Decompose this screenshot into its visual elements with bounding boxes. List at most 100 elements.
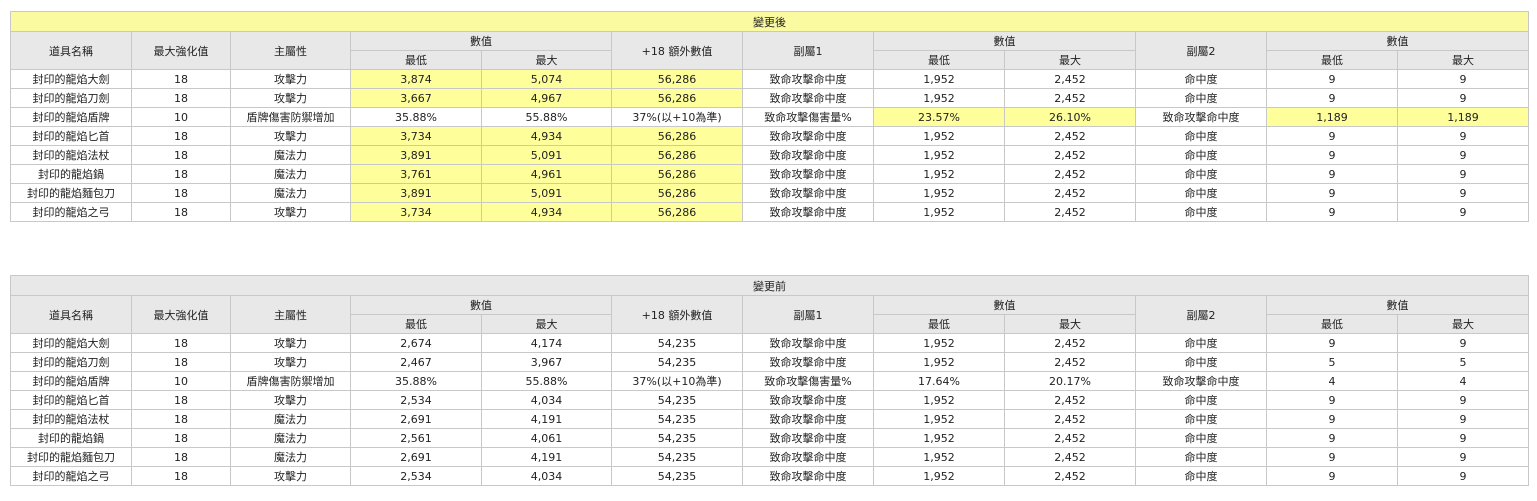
- sub2-name-cell: 命中度: [1135, 69, 1267, 89]
- sub2-name-cell: 命中度: [1135, 390, 1267, 410]
- sub1-min-cell: 1,952: [873, 428, 1005, 448]
- main-max-cell: 4,191: [481, 409, 612, 429]
- sub1-max-cell: 2,452: [1004, 428, 1136, 448]
- sub1-min-cell: 1,952: [873, 352, 1005, 372]
- col-header-main-attr: 主屬性: [230, 31, 351, 70]
- sub1-name-cell: 致命攻擊命中度: [742, 409, 874, 429]
- sub1-min-cell: 1,952: [873, 183, 1005, 203]
- max-enhance-cell: 18: [131, 145, 231, 165]
- table-row: 封印的龍焰盾牌 10 盾牌傷害防禦增加 35.88% 55.88% 37%(以+10為準)…: [10, 371, 1530, 391]
- sub1-max-cell: 2,452: [1004, 126, 1136, 146]
- col-header-extra18: +18 額外數值: [611, 295, 743, 334]
- sub1-name-cell: 致命攻擊命中度: [742, 88, 874, 108]
- sub2-max-cell: 9: [1396, 126, 1530, 146]
- table-row: 封印的龍焰大劍 18 攻擊力 3,874 5,074 56,286 致命攻擊命中度 1,952…: [10, 69, 1530, 89]
- max-enhance-cell: 18: [131, 126, 231, 146]
- extra18-cell: 56,286: [611, 126, 743, 146]
- main-attr-cell: 魔法力: [230, 447, 351, 467]
- main-min-cell: 3,761: [350, 164, 482, 184]
- sub1-name-cell: 致命攻擊命中度: [742, 466, 874, 486]
- main-min-cell: 2,561: [350, 428, 482, 448]
- max-enhance-cell: 10: [131, 107, 231, 127]
- sub2-name-cell: 命中度: [1135, 409, 1267, 429]
- item-name-cell: 封印的龍焰匕首: [10, 390, 132, 410]
- main-attr-cell: 攻擊力: [230, 202, 351, 222]
- main-attr-cell: 攻擊力: [230, 352, 351, 372]
- sub1-min-cell: 1,952: [873, 202, 1005, 222]
- main-max-cell: 4,967: [481, 88, 612, 108]
- main-min-cell: 2,534: [350, 390, 482, 410]
- sub1-name-cell: 致命攻擊傷害量%: [742, 371, 874, 391]
- table-title: 變更前: [9, 275, 1530, 296]
- table-row: 封印的龍焰麵包刀 18 魔法力 3,891 5,091 56,286 致命攻擊命中度 1,95…: [10, 183, 1530, 203]
- col-header-sub1: 副屬1: [742, 31, 874, 70]
- col-header-sub2-min: 最低: [1266, 314, 1398, 334]
- sub1-min-cell: 1,952: [873, 145, 1005, 165]
- col-header-sub1-values: 數值: [873, 295, 1136, 315]
- col-header-sub1-values: 數值: [873, 31, 1136, 51]
- sub2-max-cell: 4: [1396, 371, 1530, 391]
- extra18-cell: 56,286: [611, 69, 743, 89]
- item-name-cell: 封印的龍焰法杖: [10, 145, 132, 165]
- max-enhance-cell: 10: [131, 371, 231, 391]
- max-enhance-cell: 18: [131, 88, 231, 108]
- col-header-min: 最低: [350, 314, 482, 334]
- table-before-change: 變更前 道具名稱 最大強化值 主屬性 數值 +18 額外數值 副屬1 數值 副屬…: [9, 275, 1530, 486]
- main-attr-cell: 攻擊力: [230, 69, 351, 89]
- sub1-max-cell: 2,452: [1004, 202, 1136, 222]
- main-attr-cell: 魔法力: [230, 145, 351, 165]
- sub1-min-cell: 23.57%: [873, 107, 1005, 127]
- main-min-cell: 3,667: [350, 88, 482, 108]
- sub2-max-cell: 9: [1396, 88, 1530, 108]
- sub2-min-cell: 1,189: [1266, 107, 1398, 127]
- main-min-cell: 2,467: [350, 352, 482, 372]
- sub1-min-cell: 1,952: [873, 466, 1005, 486]
- sub2-name-cell: 命中度: [1135, 145, 1267, 165]
- col-header-max: 最大: [481, 314, 612, 334]
- main-max-cell: 4,934: [481, 126, 612, 146]
- table-row: 封印的龍焰鍋 18 魔法力 3,761 4,961 56,286 致命攻擊命中度 1,952 2…: [10, 164, 1530, 184]
- table-row: 封印的龍焰盾牌 10 盾牌傷害防禦增加 35.88% 55.88% 37%(以+10為準)…: [10, 107, 1530, 127]
- max-enhance-cell: 18: [131, 333, 231, 353]
- stats-table-before: 變更前 道具名稱 最大強化值 主屬性 數值 +18 額外數值 副屬1 數值 副屬…: [9, 275, 1530, 486]
- main-attr-cell: 盾牌傷害防禦增加: [230, 371, 351, 391]
- main-attr-cell: 魔法力: [230, 164, 351, 184]
- main-max-cell: 4,061: [481, 428, 612, 448]
- main-min-cell: 2,691: [350, 447, 482, 467]
- sub2-min-cell: 5: [1266, 352, 1398, 372]
- item-name-cell: 封印的龍焰大劍: [10, 333, 132, 353]
- col-header-main-values: 數值: [350, 295, 612, 315]
- col-header-max-enhance: 最大強化值: [131, 295, 231, 334]
- main-max-cell: 4,961: [481, 164, 612, 184]
- sub2-name-cell: 命中度: [1135, 333, 1267, 353]
- col-header-sub2-values: 數值: [1265, 295, 1530, 315]
- sub2-min-cell: 9: [1266, 202, 1398, 222]
- sub2-max-cell: 9: [1396, 202, 1530, 222]
- sub1-name-cell: 致命攻擊命中度: [742, 333, 874, 353]
- main-attr-cell: 魔法力: [230, 183, 351, 203]
- max-enhance-cell: 18: [131, 183, 231, 203]
- col-header-sub2-values: 數值: [1265, 31, 1530, 51]
- main-max-cell: 4,934: [481, 202, 612, 222]
- sub1-max-cell: 2,452: [1004, 447, 1136, 467]
- sub2-min-cell: 4: [1266, 371, 1398, 391]
- table-row: 封印的龍焰鍋 18 魔法力 2,561 4,061 54,235 致命攻擊命中度 1,952 2…: [10, 428, 1530, 448]
- sub1-min-cell: 1,952: [873, 390, 1005, 410]
- table-row: 封印的龍焰麵包刀 18 魔法力 2,691 4,191 54,235 致命攻擊命中度 1,95…: [10, 447, 1530, 467]
- sub1-min-cell: 1,952: [873, 164, 1005, 184]
- extra18-cell: 56,286: [611, 145, 743, 165]
- main-min-cell: 2,674: [350, 333, 482, 353]
- sub1-min-cell: 1,952: [873, 126, 1005, 146]
- sub2-max-cell: 9: [1396, 183, 1530, 203]
- sub2-min-cell: 9: [1266, 126, 1398, 146]
- max-enhance-cell: 18: [131, 352, 231, 372]
- main-max-cell: 3,967: [481, 352, 612, 372]
- sub1-name-cell: 致命攻擊命中度: [742, 145, 874, 165]
- sub2-max-cell: 9: [1396, 69, 1530, 89]
- max-enhance-cell: 18: [131, 466, 231, 486]
- col-header-min: 最低: [350, 50, 482, 70]
- item-name-cell: 封印的龍焰刀劍: [10, 352, 132, 372]
- sub2-min-cell: 9: [1266, 333, 1398, 353]
- main-attr-cell: 攻擊力: [230, 390, 351, 410]
- main-min-cell: 2,534: [350, 466, 482, 486]
